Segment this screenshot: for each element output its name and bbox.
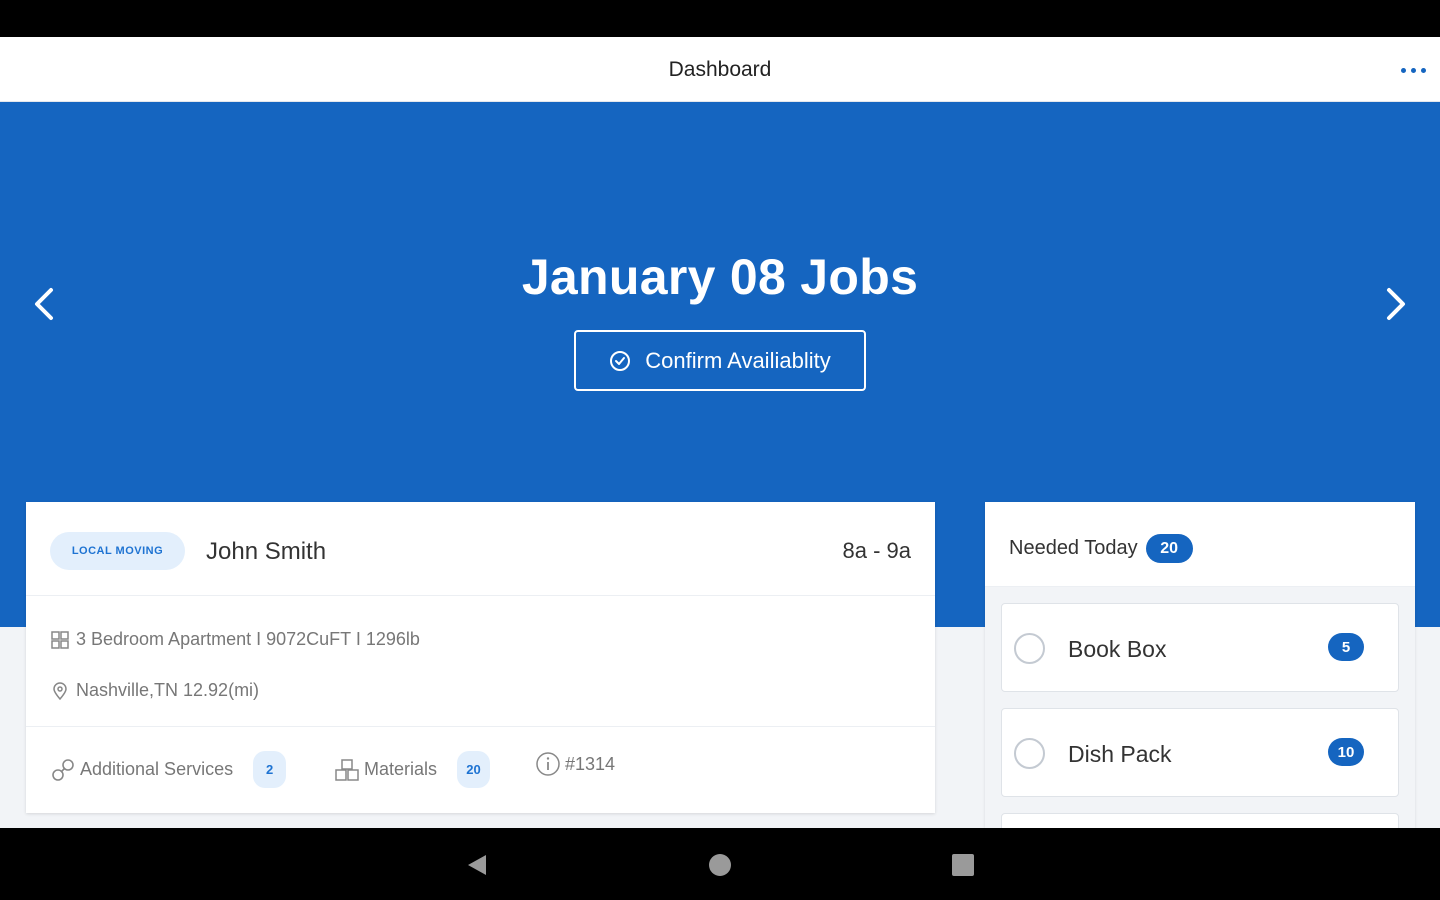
page-title: Dashboard [668, 58, 772, 81]
home-circle-icon[interactable] [705, 850, 735, 880]
item-checkbox[interactable] [1014, 633, 1045, 664]
needed-item-partial[interactable] [1001, 813, 1399, 828]
needed-today-count: 20 [1145, 534, 1193, 563]
confirm-availability-button[interactable]: Confirm Availiablity [574, 330, 866, 391]
item-qty-badge: 5 [1328, 633, 1364, 661]
additional-services-count: 2 [253, 751, 287, 788]
back-triangle-icon[interactable] [462, 850, 492, 880]
customer-name: John Smith [206, 538, 327, 565]
needed-item-dish-pack[interactable]: Dish Pack 10 [1001, 708, 1399, 797]
status-bar [0, 0, 1440, 37]
item-qty-badge: 10 [1328, 738, 1364, 766]
job-card[interactable]: LOCAL MOVING John Smith 8a - 9a 3 Bedroo… [26, 502, 935, 813]
job-card-body: 3 Bedroom Apartment I 9072CuFT I 1296lb … [26, 596, 935, 727]
confirm-availability-label: Confirm Availiablity [645, 347, 831, 373]
needed-today-title-row: Needed Today 20 [1009, 534, 1193, 563]
job-number-text: #1314 [565, 753, 616, 774]
needed-today-header: Needed Today 20 [985, 502, 1415, 587]
job-location-text: Nashville,TN 12.92(mi) [76, 680, 260, 700]
system-nav-bar [0, 828, 1440, 900]
map-pin-icon [53, 681, 67, 700]
item-label: Book Box [1068, 636, 1167, 662]
additional-services-label: Additional Services [80, 759, 234, 779]
chevron-right-icon[interactable] [1377, 282, 1413, 326]
needed-today-panel: Needed Today 20 Book Box 5 Dish Pack 10 [985, 502, 1415, 828]
materials-count: 20 [457, 751, 491, 788]
job-card-footer: Additional Services 2 Materials 20 #1314 [26, 727, 935, 813]
job-number[interactable]: #1314 [535, 751, 615, 777]
job-type-badge: LOCAL MOVING [50, 532, 185, 570]
materials-label: Materials [364, 759, 438, 779]
link-icon [52, 758, 74, 781]
additional-services-link[interactable]: Additional Services 2 [50, 751, 287, 788]
recents-square-icon[interactable] [948, 850, 978, 880]
needed-item-book-box[interactable]: Book Box 5 [1001, 603, 1399, 692]
job-card-header: LOCAL MOVING John Smith 8a - 9a [26, 502, 935, 596]
item-checkbox[interactable] [1014, 738, 1045, 769]
boxes-icon [335, 758, 359, 781]
date-title: January 08 Jobs [521, 249, 919, 305]
job-size-text: 3 Bedroom Apartment I 9072CuFT I 1296lb [76, 629, 420, 649]
needed-today-title: Needed Today [1009, 537, 1138, 559]
job-size-row: 3 Bedroom Apartment I 9072CuFT I 1296lb [50, 629, 420, 650]
check-circle-icon [610, 350, 631, 371]
job-time-window: 8a - 9a [842, 538, 912, 563]
grid-icon [51, 630, 69, 649]
job-location-row: Nashville,TN 12.92(mi) [50, 680, 259, 701]
materials-link[interactable]: Materials 20 [334, 751, 491, 788]
info-icon [536, 752, 560, 776]
app-bar: Dashboard [0, 37, 1440, 102]
item-label: Dish Pack [1068, 741, 1172, 767]
more-options-icon[interactable] [1396, 61, 1430, 79]
